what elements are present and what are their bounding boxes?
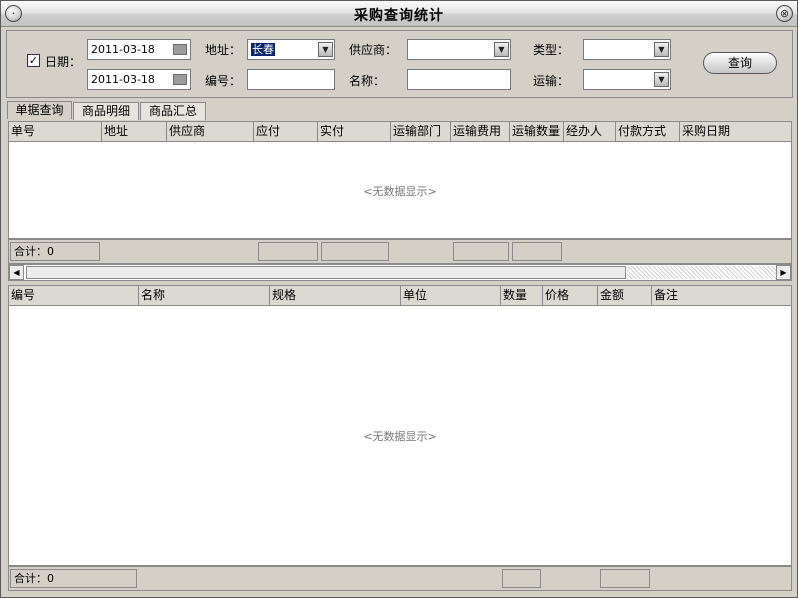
filter-panel: ✓ 日期： 2011-03-18 2011-03-18 地址： 长春 ▼ 编号：…	[6, 30, 793, 98]
purchase-query-window: · 采购查询统计 ⊗ ✓ 日期： 2011-03-18 2011-03-18 地…	[0, 0, 798, 598]
orders-empty-message: <无数据显示>	[363, 185, 437, 198]
quantity-total-box	[502, 569, 541, 588]
paid-total-box	[321, 242, 389, 261]
column-header[interactable]: 经办人	[564, 122, 616, 141]
scroll-track[interactable]	[627, 266, 777, 279]
column-header[interactable]: 名称	[139, 286, 270, 305]
name-input[interactable]	[407, 69, 511, 90]
items-table-header: 编号 名称 规格 单位 数量 价格 金额 备注	[9, 286, 791, 306]
column-header[interactable]: 实付	[318, 122, 391, 141]
close-icon[interactable]: ⊗	[776, 5, 793, 22]
column-header[interactable]: 金额	[598, 286, 652, 305]
type-label: 类型：	[533, 43, 570, 57]
address-label: 地址：	[205, 43, 242, 57]
title-bar: · 采购查询统计 ⊗	[1, 1, 797, 27]
tab-order-query[interactable]: 单据查询	[7, 101, 72, 119]
amount-total-box	[600, 569, 650, 588]
scroll-thumb[interactable]	[26, 266, 626, 279]
column-header[interactable]: 备注	[652, 286, 791, 305]
name-label: 名称：	[349, 74, 386, 88]
query-button[interactable]: 查询	[703, 52, 777, 74]
column-header[interactable]: 编号	[9, 286, 139, 305]
date-from-picker-icon[interactable]	[173, 44, 187, 55]
items-summary-bar: 合计：0	[8, 566, 792, 591]
items-table: 编号 名称 规格 单位 数量 价格 金额 备注 <无数据显示>	[8, 285, 792, 566]
column-header[interactable]: 采购日期	[680, 122, 791, 141]
transport-fee-total-box	[453, 242, 509, 261]
orders-table: 单号 地址 供应商 应付 实付 运输部门 运输费用 运输数量 经办人 付款方式 …	[8, 121, 792, 239]
tab-item-details[interactable]: 商品明细	[73, 102, 139, 120]
column-header[interactable]: 价格	[543, 286, 598, 305]
payable-total-box	[258, 242, 318, 261]
number-input[interactable]	[247, 69, 335, 90]
address-value: 长春	[251, 43, 275, 56]
orders-total: 合计：0	[10, 242, 100, 261]
column-header[interactable]: 运输部门	[391, 122, 451, 141]
transport-dropdown-icon[interactable]: ▼	[654, 72, 669, 87]
column-header[interactable]: 应付	[254, 122, 318, 141]
transport-label: 运输：	[533, 74, 570, 88]
date-label: 日期：	[45, 55, 82, 69]
transport-qty-total-box	[512, 242, 562, 261]
column-header[interactable]: 数量	[501, 286, 543, 305]
supplier-dropdown-icon[interactable]: ▼	[494, 42, 509, 57]
date-checkbox[interactable]: ✓	[27, 54, 40, 67]
column-header[interactable]: 付款方式	[616, 122, 680, 141]
type-dropdown-icon[interactable]: ▼	[654, 42, 669, 57]
orders-table-header: 单号 地址 供应商 应付 实付 运输部门 运输费用 运输数量 经办人 付款方式 …	[9, 122, 791, 142]
date-to-picker-icon[interactable]	[173, 74, 187, 85]
items-total: 合计：0	[10, 569, 137, 588]
column-header[interactable]: 地址	[102, 122, 167, 141]
column-header[interactable]: 单号	[9, 122, 102, 141]
address-dropdown-icon[interactable]: ▼	[318, 42, 333, 57]
tab-item-summary[interactable]: 商品汇总	[140, 102, 206, 120]
column-header[interactable]: 规格	[270, 286, 401, 305]
items-empty-message: <无数据显示>	[363, 430, 437, 443]
number-label: 编号：	[205, 74, 242, 88]
window-title: 采购查询统计	[354, 8, 444, 24]
column-header[interactable]: 供应商	[167, 122, 254, 141]
scroll-right-icon[interactable]: ▶	[776, 265, 791, 280]
column-header[interactable]: 运输费用	[451, 122, 510, 141]
column-header[interactable]: 运输数量	[510, 122, 564, 141]
scroll-left-icon[interactable]: ◀	[9, 265, 24, 280]
column-header[interactable]: 单位	[401, 286, 501, 305]
orders-horizontal-scrollbar[interactable]: ◀ ▶	[8, 264, 792, 281]
supplier-label: 供应商：	[349, 43, 398, 57]
orders-summary-bar: 合计：0	[8, 239, 792, 264]
